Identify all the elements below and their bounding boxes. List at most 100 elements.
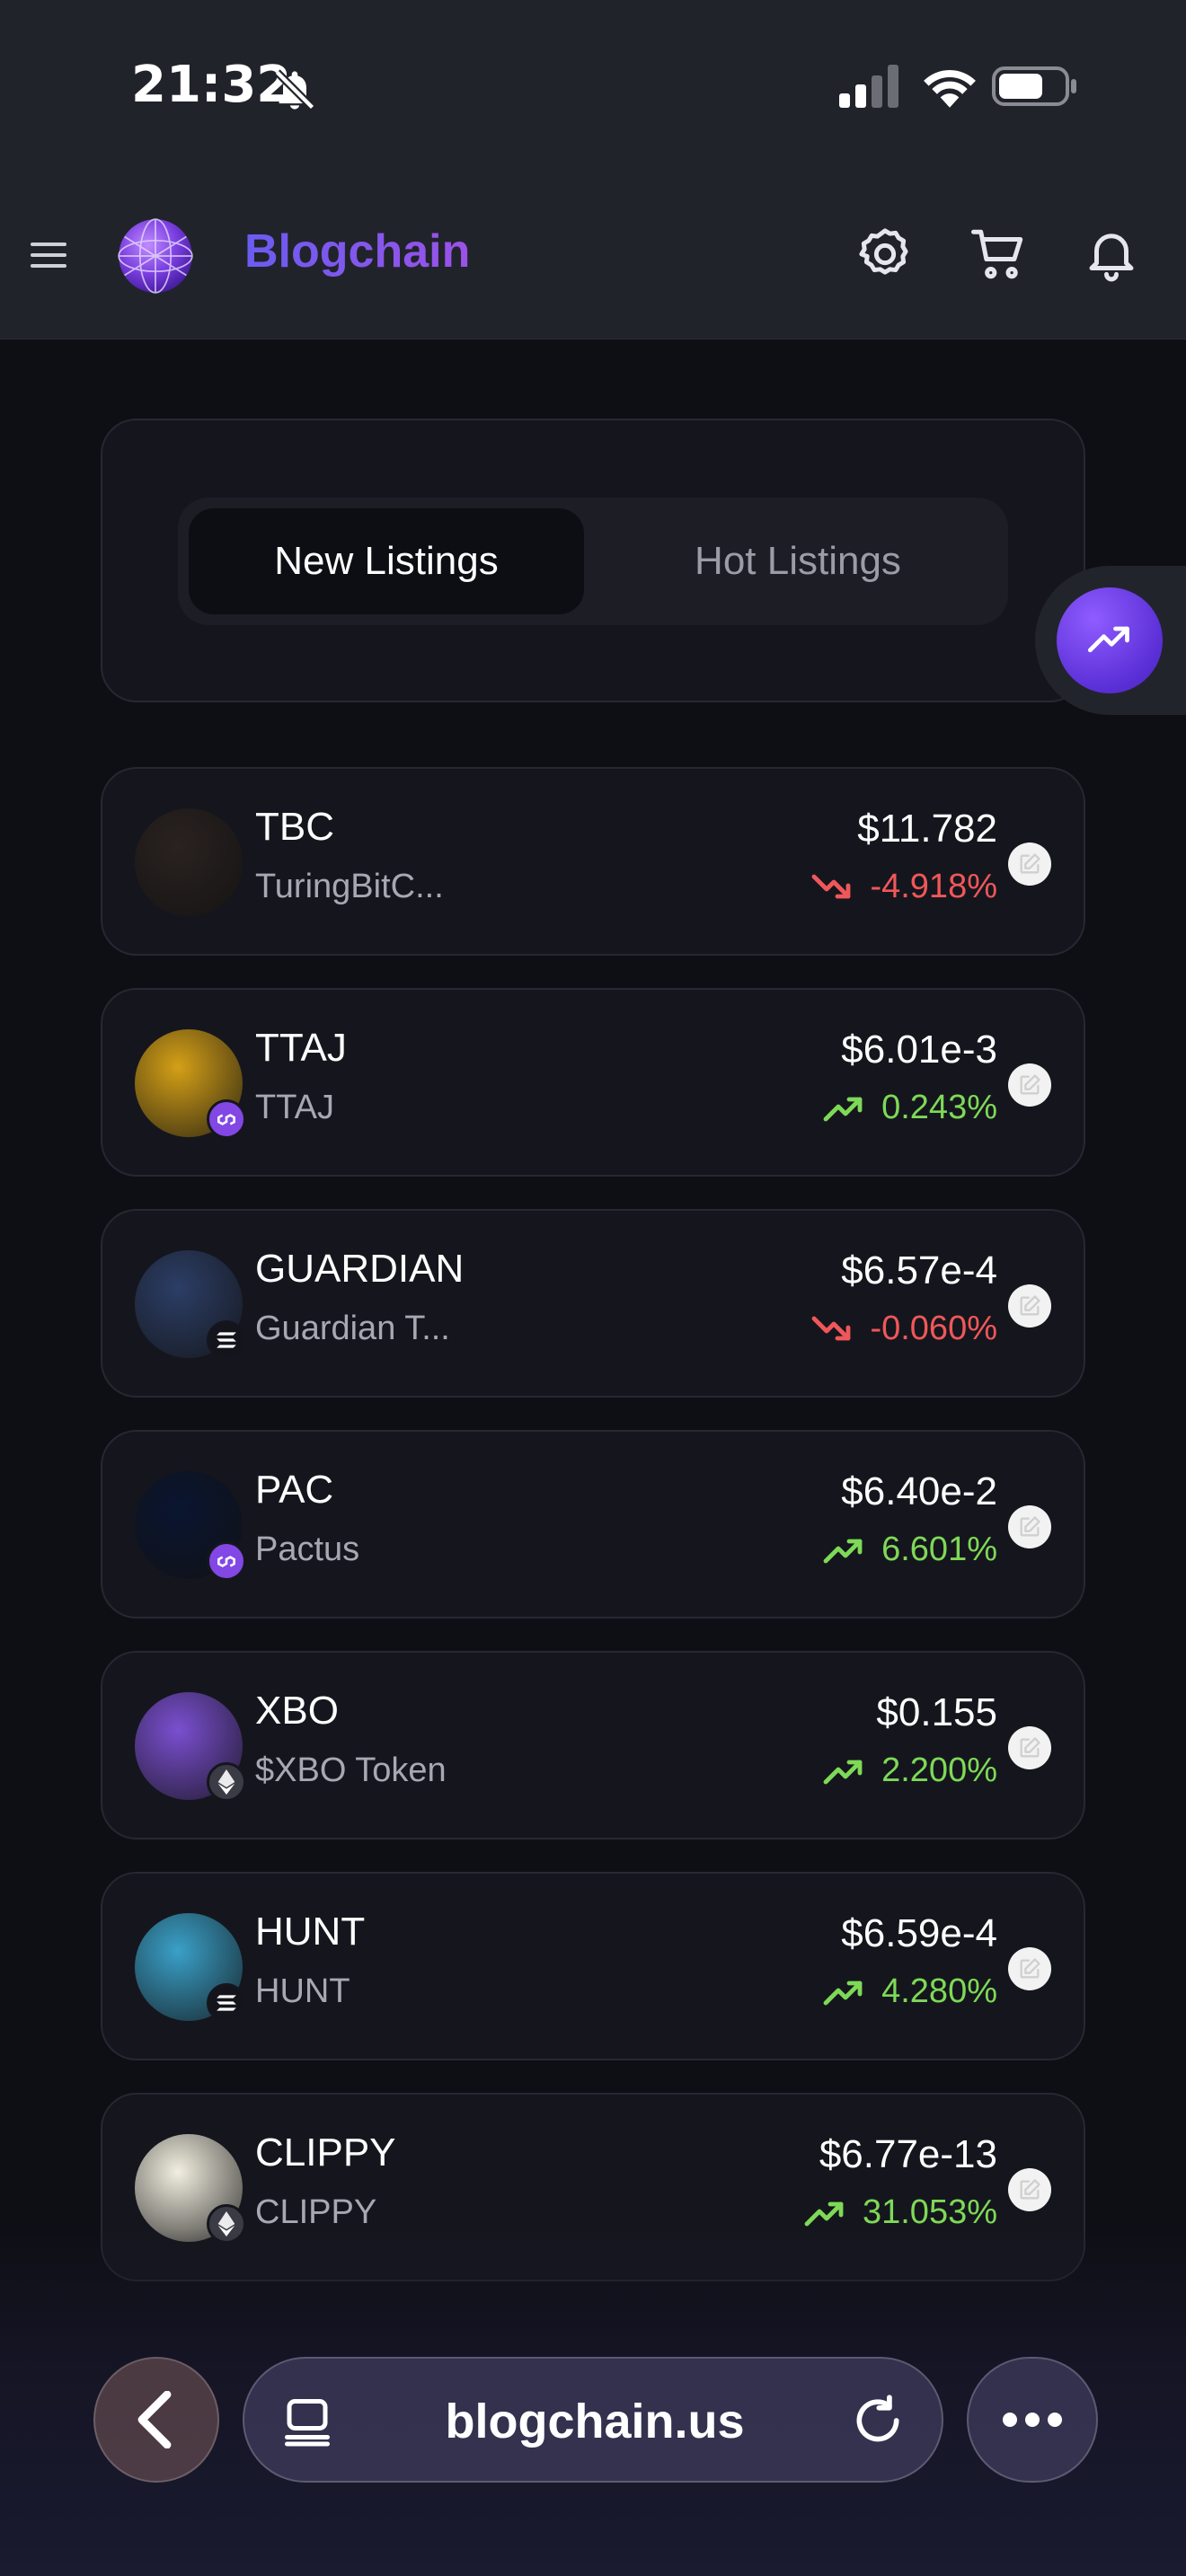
gear-icon[interactable] [855, 225, 915, 284]
token-symbol: TTAJ [255, 1026, 347, 1070]
url-text: blogchain.us [445, 2395, 745, 2448]
token-change-value: -0.060% [870, 1310, 997, 1347]
token-change-value: 0.243% [881, 1089, 997, 1126]
shopping-cart-icon[interactable] [969, 225, 1028, 284]
edit-icon [1020, 1516, 1040, 1537]
browser-back-button[interactable] [93, 2357, 219, 2483]
token-name: HUNT [255, 1972, 350, 2010]
tab-hot-listings[interactable]: Hot Listings [600, 508, 996, 614]
edit-button[interactable] [1008, 1284, 1051, 1328]
token-row-guardian[interactable]: GUARDIAN Guardian T... $6.57e-4 -0.060% [101, 1209, 1085, 1398]
chain-badge [207, 1983, 246, 2023]
token-symbol: HUNT [255, 1910, 366, 1954]
chain-badge [207, 1099, 246, 1139]
edit-icon [1020, 1295, 1040, 1316]
token-name: TuringBitC... [255, 868, 444, 905]
token-row-pac[interactable]: PAC Pactus $6.40e-2 6.601% [101, 1430, 1085, 1619]
token-change: 6.601% [822, 1531, 997, 1569]
token-change-value: 4.280% [881, 1972, 997, 2010]
token-change: -0.060% [810, 1310, 997, 1348]
solana-icon [217, 1332, 236, 1348]
token-change: 2.200% [822, 1751, 997, 1790]
edit-button[interactable] [1008, 842, 1051, 886]
token-change-value: 6.601% [881, 1531, 997, 1568]
edit-button[interactable] [1008, 1505, 1051, 1548]
token-change-value: 31.053% [862, 2193, 997, 2231]
edit-button[interactable] [1008, 1726, 1051, 1769]
token-change-value: 2.200% [881, 1751, 997, 1789]
edit-icon [1020, 1074, 1040, 1095]
polygon-icon [217, 1114, 235, 1125]
trend-up-icon [823, 1981, 863, 2005]
wifi-icon [924, 70, 976, 108]
token-symbol: TBC [255, 805, 334, 849]
chain-badge [207, 1541, 246, 1581]
token-logo [135, 808, 243, 916]
browser-more-button[interactable] [967, 2357, 1098, 2483]
tabs-toggle: New Listings Hot Listings [178, 498, 1008, 625]
chain-badge [207, 1320, 246, 1360]
edit-button[interactable] [1008, 1063, 1051, 1107]
status-bar: 21:32 [0, 0, 1186, 180]
status-time: 21:32 [131, 56, 292, 114]
token-row-hunt[interactable]: HUNT HUNT $6.59e-4 4.280% [101, 1872, 1085, 2060]
edit-icon [1020, 2179, 1040, 2200]
token-price: $0.155 [876, 1690, 997, 1734]
token-name: Pactus [255, 1531, 360, 1568]
trend-up-icon [823, 1539, 863, 1563]
token-row-ttaj[interactable]: TTAJ TTAJ $6.01e-3 0.243% [101, 988, 1085, 1177]
app-header: Blogchain [0, 180, 1186, 340]
bell-off-icon [274, 69, 315, 110]
token-change: 4.280% [822, 1972, 997, 2011]
chevron-left-icon [137, 2391, 172, 2448]
trending-float-container [1035, 566, 1186, 715]
token-change: 0.243% [822, 1089, 997, 1127]
token-price: $11.782 [857, 807, 997, 851]
token-change-value: -4.918% [870, 868, 997, 905]
token-change: -4.918% [810, 868, 997, 906]
token-row-tbc[interactable]: TBC TuringBitC... $11.782 -4.918% [101, 767, 1085, 956]
blogchain-logo[interactable] [117, 217, 194, 295]
solana-icon [217, 1995, 236, 2011]
polygon-icon [217, 1556, 235, 1567]
trend-up-icon [823, 1097, 863, 1121]
token-name: $XBO Token [255, 1751, 447, 1789]
edit-icon [1020, 1737, 1040, 1758]
token-price: $6.77e-13 [819, 2132, 997, 2176]
trending-button[interactable] [1057, 587, 1163, 693]
tab-new-listings[interactable]: New Listings [189, 508, 584, 614]
token-price: $6.59e-4 [841, 1911, 997, 1955]
listings-tabs-card: New Listings Hot Listings [101, 419, 1085, 702]
edit-icon [1020, 1958, 1040, 1979]
trend-down-icon [812, 1316, 851, 1340]
more-dots-icon [1003, 2413, 1062, 2427]
token-name: TTAJ [255, 1089, 334, 1126]
chain-badge [207, 1762, 246, 1802]
browser-address-bar[interactable]: blogchain.us [243, 2357, 943, 2483]
battery-icon [992, 66, 1076, 106]
token-logo-letter [135, 808, 243, 916]
trend-up-icon [823, 1760, 863, 1784]
edit-icon [1020, 853, 1040, 874]
token-symbol: CLIPPY [255, 2130, 396, 2175]
trending-up-icon [1087, 626, 1129, 653]
token-symbol: GUARDIAN [255, 1247, 465, 1291]
reload-icon[interactable] [850, 2393, 906, 2448]
trend-up-icon [804, 2201, 844, 2226]
bell-icon[interactable] [1082, 223, 1141, 284]
cellular-signal-icon [839, 65, 898, 108]
token-symbol: XBO [255, 1689, 339, 1733]
token-name: Guardian T... [255, 1310, 450, 1347]
token-symbol: PAC [255, 1468, 334, 1512]
edit-button[interactable] [1008, 2168, 1051, 2211]
token-price: $6.01e-3 [841, 1028, 997, 1072]
token-price: $6.40e-2 [841, 1469, 997, 1513]
token-change: 31.053% [803, 2193, 997, 2232]
token-row-xbo[interactable]: XBO $XBO Token $0.155 2.200% [101, 1651, 1085, 1839]
edit-button[interactable] [1008, 1947, 1051, 1990]
brand-name[interactable]: Blogchain [244, 225, 470, 278]
trend-down-icon [812, 874, 851, 898]
token-name: CLIPPY [255, 2193, 377, 2231]
hamburger-menu-icon[interactable] [27, 234, 70, 277]
token-price: $6.57e-4 [841, 1248, 997, 1292]
